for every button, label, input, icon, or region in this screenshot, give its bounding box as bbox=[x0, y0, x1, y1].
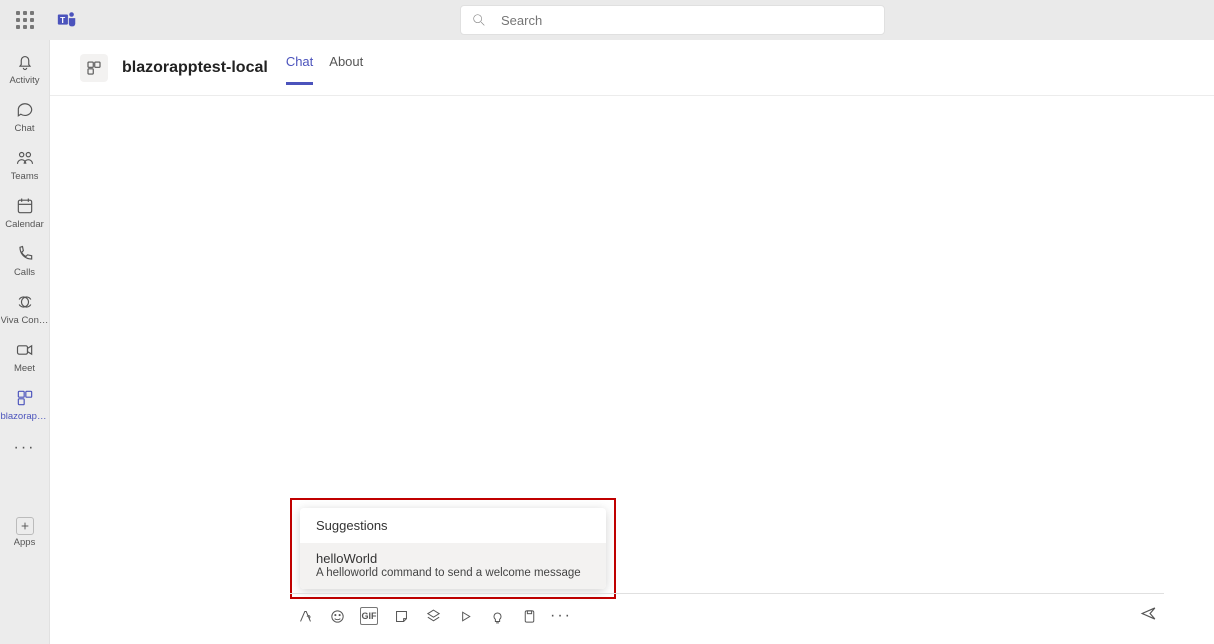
chat-tabs: Chat About bbox=[286, 50, 363, 85]
chat-icon bbox=[14, 99, 36, 121]
suggestion-title: helloWorld bbox=[316, 551, 590, 566]
more-icon: ··· bbox=[14, 439, 36, 457]
emoji-icon[interactable] bbox=[328, 607, 346, 625]
compose-input[interactable] bbox=[290, 582, 1164, 594]
search-input[interactable] bbox=[501, 13, 874, 28]
app-squares-icon bbox=[14, 387, 36, 409]
suggestions-header: Suggestions bbox=[300, 508, 606, 543]
bell-icon bbox=[14, 51, 36, 73]
extensions-icon[interactable] bbox=[424, 607, 442, 625]
send-button[interactable] bbox=[1139, 604, 1158, 628]
people-icon bbox=[14, 147, 36, 169]
rail-teams[interactable]: Teams bbox=[0, 140, 50, 188]
tab-chat[interactable]: Chat bbox=[286, 50, 313, 85]
app-launcher-icon[interactable] bbox=[16, 11, 34, 29]
compose-area: GIF ··· bbox=[290, 582, 1164, 640]
rail-calendar[interactable]: Calendar bbox=[0, 188, 50, 236]
left-rail: Activity Chat Teams Calendar Calls Viva … bbox=[0, 40, 50, 644]
stream-icon[interactable] bbox=[456, 607, 474, 625]
loop-icon bbox=[14, 291, 36, 313]
suggestions-popup: Suggestions helloWorld A helloworld comm… bbox=[300, 508, 606, 589]
compose-toolbar: GIF ··· bbox=[290, 594, 1164, 636]
calendar-icon bbox=[14, 195, 36, 217]
rail-apps[interactable]: Apps bbox=[0, 510, 50, 554]
video-icon bbox=[14, 339, 36, 361]
rail-calls[interactable]: Calls bbox=[0, 236, 50, 284]
rail-meet[interactable]: Meet bbox=[0, 332, 50, 380]
chat-body: Suggestions helloWorld A helloworld comm… bbox=[50, 96, 1214, 644]
suggestion-desc: A helloworld command to send a welcome m… bbox=[316, 567, 590, 579]
teams-logo-icon: T bbox=[56, 9, 78, 31]
gif-icon[interactable]: GIF bbox=[360, 607, 378, 625]
plus-box-icon bbox=[16, 517, 34, 535]
search-icon bbox=[471, 12, 487, 28]
chat-app-title: blazorapptest-local bbox=[122, 59, 268, 77]
svg-text:T: T bbox=[60, 16, 65, 25]
rail-activity[interactable]: Activity bbox=[0, 44, 50, 92]
rail-more[interactable]: ··· bbox=[0, 432, 50, 463]
tab-about[interactable]: About bbox=[329, 50, 363, 85]
phone-icon bbox=[14, 243, 36, 265]
chat-app-icon[interactable] bbox=[80, 54, 108, 82]
rail-blazorapp[interactable]: blazorappt... bbox=[0, 380, 50, 428]
attach-icon[interactable] bbox=[520, 607, 538, 625]
title-bar: T bbox=[0, 0, 1214, 40]
format-icon[interactable] bbox=[296, 607, 314, 625]
app-squares-icon bbox=[85, 59, 103, 77]
search-box[interactable] bbox=[460, 5, 885, 35]
rail-chat[interactable]: Chat bbox=[0, 92, 50, 140]
bulb-icon[interactable] bbox=[488, 607, 506, 625]
main-pane: blazorapptest-local Chat About Suggestio… bbox=[50, 40, 1214, 644]
compose-more-icon[interactable]: ··· bbox=[552, 607, 570, 625]
sticker-icon[interactable] bbox=[392, 607, 410, 625]
chat-header: blazorapptest-local Chat About bbox=[50, 40, 1214, 96]
rail-viva[interactable]: Viva Connec... bbox=[0, 284, 50, 332]
